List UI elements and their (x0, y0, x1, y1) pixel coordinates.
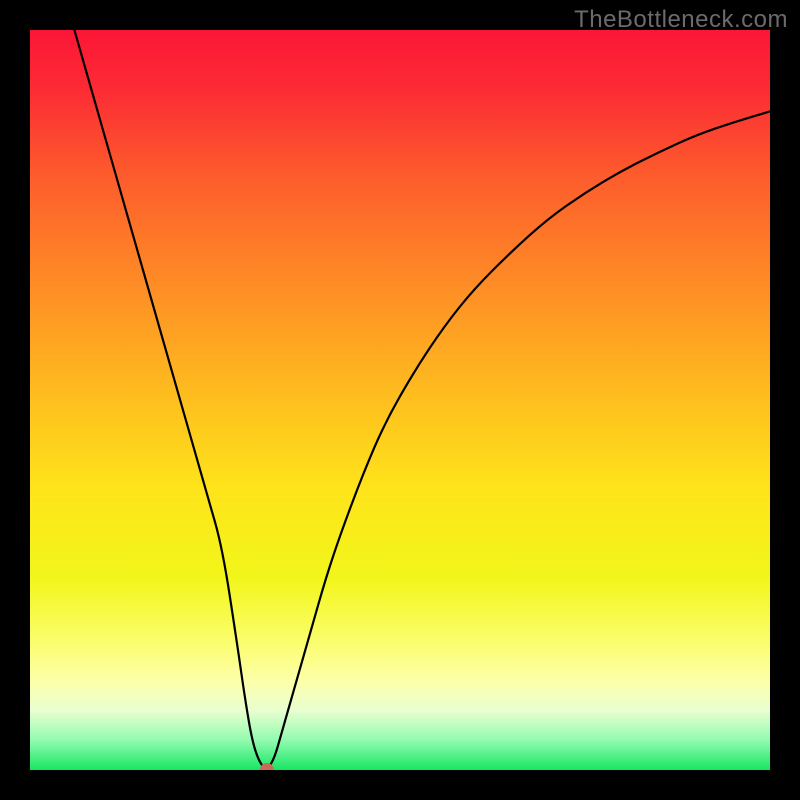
chart-frame: TheBottleneck.com (0, 0, 800, 800)
plot-area (30, 30, 770, 770)
gradient-background (30, 30, 770, 770)
chart-svg (30, 30, 770, 770)
watermark-label: TheBottleneck.com (574, 6, 788, 34)
